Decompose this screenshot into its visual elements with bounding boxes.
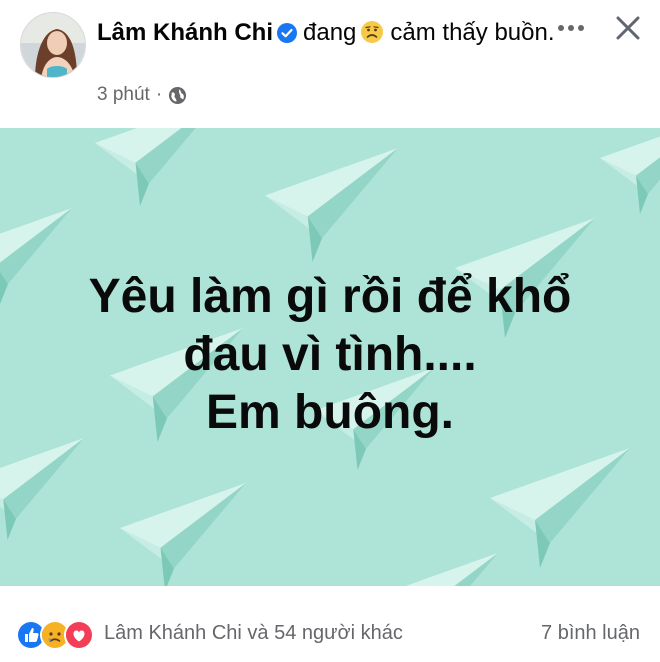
- love-reaction-icon: [64, 620, 94, 650]
- post-footer: Lâm Khánh Chi và 54 người khác 7 bình lu…: [0, 586, 660, 662]
- globe-icon[interactable]: [168, 86, 187, 105]
- comments-count[interactable]: 7 bình luận: [541, 622, 640, 645]
- post-title-line: Lâm Khánh Chi đang cảm thấy buồn.: [97, 16, 567, 49]
- verified-badge-icon: [277, 19, 298, 43]
- author-name[interactable]: Lâm Khánh Chi: [97, 19, 273, 46]
- sad-face-icon: [360, 20, 384, 44]
- post-meta: 3 phút ·: [97, 84, 187, 106]
- meta-separator: ·: [155, 84, 163, 105]
- reactors-summary[interactable]: Lâm Khánh Chi và 54 người khác: [104, 622, 403, 645]
- close-icon[interactable]: [612, 12, 644, 44]
- feeling-text: cảm thấy buồn.: [390, 19, 555, 46]
- card-text-line: Em buông.: [206, 386, 454, 439]
- post-time[interactable]: 3 phút: [97, 84, 150, 106]
- text-post-card[interactable]: Yêu làm gì rồi để khổ đau vì tình.... Em…: [0, 128, 660, 586]
- reaction-icons[interactable]: [16, 620, 94, 650]
- card-text-line: đau vì tình....: [183, 328, 477, 381]
- post-header: Lâm Khánh Chi đang cảm thấy buồn. 3 phút ·: [0, 0, 660, 128]
- card-text-line: Yêu làm gì rồi để khổ: [88, 270, 572, 323]
- author-avatar[interactable]: [20, 12, 86, 78]
- feeling-prefix: đang: [303, 19, 357, 46]
- card-text: Yêu làm gì rồi để khổ đau vì tình.... Em…: [0, 268, 660, 442]
- more-options-icon[interactable]: [553, 18, 589, 38]
